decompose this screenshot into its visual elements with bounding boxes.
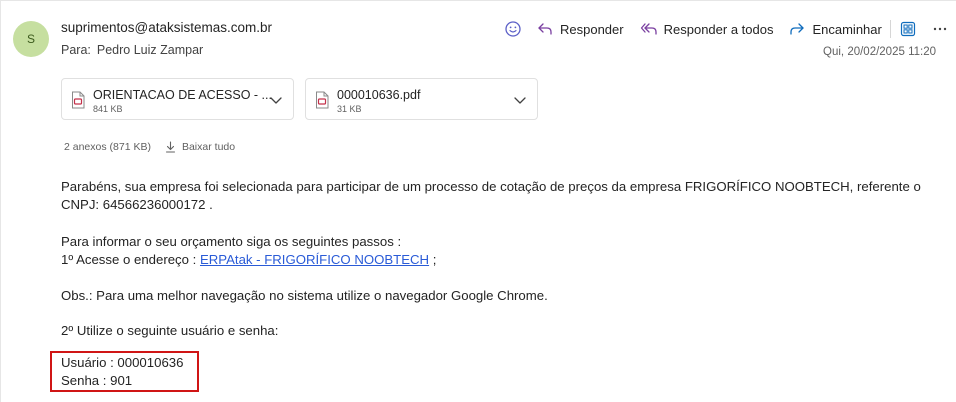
message-paragraph: Obs.: Para uma melhor navegação no siste… [61,288,548,303]
text-segment: 1º Acesse o endereço : [61,252,200,267]
text-segment: ; [429,252,437,267]
paragraph-line: 1º Acesse o endereço : ERPAtak - FRIGORÍ… [61,251,436,269]
reply-all-label: Responder a todos [663,21,774,37]
more-horizontal-icon [931,20,949,38]
pdf-file-icon [314,91,330,114]
recipient-name[interactable]: Pedro Luiz Zampar [97,43,203,57]
grid-view-icon [899,20,917,38]
attachment-name: ORIENTACAO DE ACESSO - ... [93,88,272,102]
recipient-line: Para: Pedro Luiz Zampar [61,43,203,57]
download-all-label: Baixar tudo [181,141,236,153]
reply-icon [536,20,554,38]
smiley-icon [504,20,522,38]
reply-all-button[interactable]: Responder a todos [640,18,774,40]
reply-button[interactable]: Responder [536,18,624,40]
to-label: Para: [61,43,91,57]
more-actions-button[interactable] [931,18,949,40]
received-date: Qui, 20/02/2025 11:20 [823,46,936,58]
chevron-down-icon[interactable] [513,93,527,112]
attachments-summary: 2 anexos (871 KB) Baixar tudo [64,141,235,153]
avatar[interactable]: S [13,21,49,57]
reply-label: Responder [560,21,624,37]
paragraph-line: CNPJ: 64566236000172 . [61,197,213,212]
immersive-reader-button[interactable] [899,18,917,40]
paragraph-line: Para informar o seu orçamento siga os se… [61,234,402,249]
download-all-button[interactable]: Baixar tudo [165,141,235,153]
attachment-card[interactable]: ORIENTACAO DE ACESSO - ... 841 KB [61,78,294,120]
attachment-size: 31 KB [337,104,362,114]
download-icon [165,141,176,153]
forward-icon [788,20,806,38]
toolbar-divider [889,20,891,38]
pdf-file-icon [70,91,86,114]
erp-access-link[interactable]: ERPAtak - FRIGORÍFICO NOOBTECH [200,252,429,267]
attachment-name: 000010636.pdf [337,88,421,102]
email-reading-pane: S suprimentos@ataksistemas.com.br Para: P… [0,0,956,402]
avatar-letter: S [26,32,35,46]
message-paragraph: Parabéns, sua empresa foi selecionada pa… [61,178,921,214]
chevron-down-icon[interactable] [269,93,283,112]
attachment-card[interactable]: 000010636.pdf 31 KB [305,78,538,120]
sender-address[interactable]: suprimentos@ataksistemas.com.br [61,20,272,35]
message-paragraph: 2º Utilize o seguinte usuário e senha: [61,323,279,338]
emoji-reaction-button[interactable] [504,18,522,40]
attachment-size: 841 KB [93,104,123,114]
credentials-highlight-box [50,351,199,392]
message-actions-toolbar: Responder Responder a todos Encaminhar [504,18,949,40]
forward-button[interactable]: Encaminhar [788,18,882,40]
reply-all-icon [640,20,658,38]
message-paragraph: Para informar o seu orçamento siga os se… [61,233,436,269]
paragraph-line: Parabéns, sua empresa foi selecionada pa… [61,179,921,194]
forward-label: Encaminhar [812,21,882,37]
attachments-count: 2 anexos (871 KB) [64,141,151,153]
